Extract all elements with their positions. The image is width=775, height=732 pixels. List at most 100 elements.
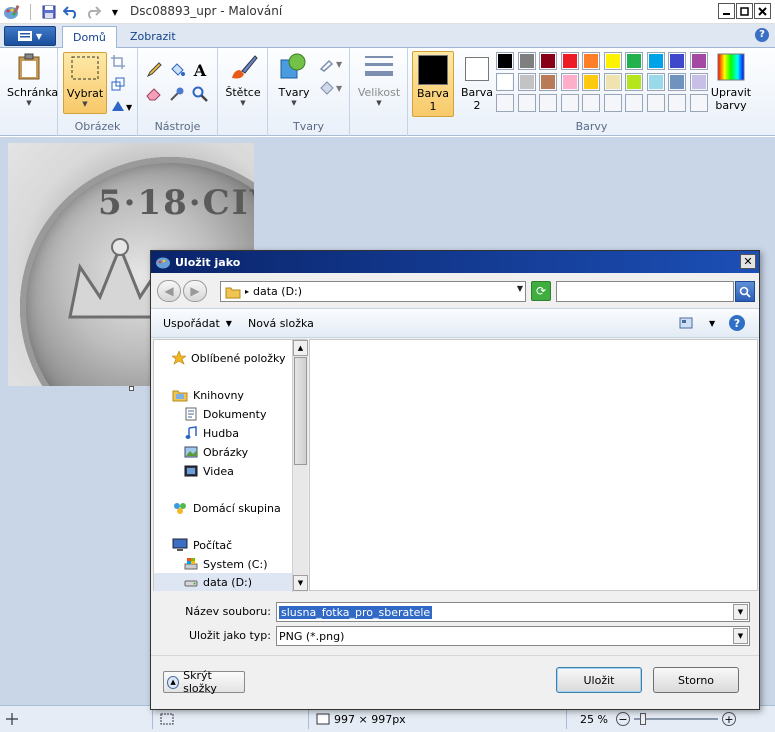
pencil-icon[interactable] <box>144 60 164 80</box>
color-swatch[interactable] <box>625 73 643 91</box>
select-button[interactable]: Vybrat ▼ <box>63 52 107 114</box>
clipboard-button[interactable]: Schránka ▼ <box>7 52 58 107</box>
color-swatch[interactable] <box>517 52 536 70</box>
color-swatch[interactable] <box>646 73 665 91</box>
color-swatch[interactable] <box>496 52 514 70</box>
color1-button[interactable]: Barva 1 <box>412 51 454 117</box>
custom-color-slot[interactable] <box>668 94 686 112</box>
custom-color-slot[interactable] <box>582 94 600 112</box>
search-button[interactable] <box>735 281 755 302</box>
scroll-up-button[interactable]: ▲ <box>293 340 308 356</box>
save-icon[interactable] <box>39 2 59 22</box>
color-swatch[interactable] <box>582 73 600 91</box>
color-swatch[interactable] <box>560 73 579 91</box>
help-icon[interactable]: ? <box>755 28 769 42</box>
nav-music[interactable]: Hudba <box>184 424 239 442</box>
canvas-resize-handle[interactable] <box>129 386 134 391</box>
save-button[interactable]: Uložit <box>556 667 642 693</box>
resize-icon[interactable] <box>108 74 128 94</box>
eraser-icon[interactable] <box>144 84 164 104</box>
color-picker-icon[interactable] <box>167 84 187 104</box>
color-swatch[interactable] <box>689 73 708 91</box>
paint-menu-button[interactable]: ▼ <box>4 26 56 46</box>
custom-color-slot[interactable] <box>689 94 708 112</box>
scroll-thumb[interactable] <box>294 357 307 465</box>
close-window-button[interactable] <box>754 3 771 19</box>
tab-home[interactable]: Domů <box>62 26 117 48</box>
fill-icon[interactable]: ▼ <box>318 78 346 98</box>
color-swatch[interactable] <box>689 52 708 70</box>
text-tool-icon[interactable]: A <box>190 60 210 80</box>
color-swatch[interactable] <box>625 52 643 70</box>
nav-scrollbar[interactable]: ▲ ▼ <box>292 340 308 592</box>
color-swatch[interactable] <box>668 73 686 91</box>
color-swatch[interactable] <box>517 73 536 91</box>
search-input[interactable] <box>556 281 734 302</box>
cancel-button[interactable]: Storno <box>653 667 739 693</box>
redo-icon[interactable] <box>83 2 103 22</box>
magnifier-icon[interactable] <box>190 84 210 104</box>
refresh-button[interactable]: ⟳ <box>531 281 551 301</box>
brushes-button[interactable]: Štětce ▼ <box>221 52 265 107</box>
custom-color-slot[interactable] <box>603 94 622 112</box>
color-swatch[interactable] <box>646 52 665 70</box>
color-swatch[interactable] <box>603 73 622 91</box>
nav-data-drive[interactable]: data (D:) <box>154 573 292 591</box>
zoom-out-button[interactable]: − <box>615 712 630 726</box>
filetype-dropdown-button[interactable]: ▼ <box>733 628 748 644</box>
nav-computer[interactable]: Počítač <box>172 536 232 554</box>
back-button[interactable]: ◀ <box>157 280 181 302</box>
nav-pictures[interactable]: Obrázky <box>184 443 248 461</box>
paint-app-icon[interactable] <box>2 2 22 22</box>
file-list-pane[interactable] <box>309 339 758 591</box>
maximize-button[interactable] <box>736 3 753 19</box>
nav-favorites[interactable]: Oblíbené položky <box>172 349 286 367</box>
scroll-down-button[interactable]: ▼ <box>293 575 308 591</box>
custom-color-slot[interactable] <box>646 94 665 112</box>
zoom-slider[interactable] <box>633 712 718 726</box>
address-bar[interactable]: ▸ data (D:) ▼ <box>220 281 526 302</box>
size-button[interactable]: Velikost ▼ <box>355 52 403 107</box>
crop-icon[interactable] <box>108 52 128 72</box>
rotate-icon[interactable]: ▼ <box>108 96 134 116</box>
color-swatch[interactable] <box>603 52 622 70</box>
forward-button[interactable]: ▶ <box>183 280 207 302</box>
nav-system-drive[interactable]: System (C:) <box>184 555 268 573</box>
hide-folders-button[interactable]: ▲ Skrýt složky <box>163 669 245 695</box>
custom-color-slot[interactable] <box>517 94 536 112</box>
color-swatch[interactable] <box>539 73 557 91</box>
zoom-in-button[interactable]: + <box>721 712 736 726</box>
custom-color-slot[interactable] <box>560 94 579 112</box>
dialog-close-button[interactable]: ✕ <box>740 254 756 269</box>
zoom-slider-thumb[interactable] <box>639 713 646 725</box>
color-swatch[interactable] <box>560 52 579 70</box>
organize-button[interactable]: Uspořádat ▼ <box>163 317 232 330</box>
fill-bucket-icon[interactable] <box>167 60 187 80</box>
new-folder-button[interactable]: Nová složka <box>248 317 314 330</box>
dialog-help-icon[interactable]: ? <box>729 315 745 331</box>
color-swatch[interactable] <box>668 52 686 70</box>
edit-colors-button[interactable]: Upravit barvy <box>708 52 754 112</box>
minimize-button[interactable] <box>718 3 735 19</box>
color-swatch[interactable] <box>496 73 514 91</box>
color2-button[interactable]: Barva 2 <box>456 51 498 112</box>
outline-icon[interactable]: ▼ <box>318 54 346 74</box>
undo-icon[interactable] <box>61 2 81 22</box>
nav-homegroup[interactable]: Domácí skupina <box>172 499 281 517</box>
customize-qat-icon[interactable]: ▼ <box>105 2 125 22</box>
nav-documents[interactable]: Dokumenty <box>184 405 266 423</box>
nav-libraries[interactable]: Knihovny <box>172 386 244 404</box>
view-options-button[interactable]: ▼ <box>679 317 715 329</box>
color-swatch[interactable] <box>582 52 600 70</box>
filename-dropdown-button[interactable]: ▼ <box>733 604 748 620</box>
custom-color-slot[interactable] <box>625 94 643 112</box>
color-swatch[interactable] <box>539 52 557 70</box>
tab-view[interactable]: Zobrazit <box>120 26 186 48</box>
custom-color-slot[interactable] <box>496 94 514 112</box>
filename-input[interactable]: slusna_fotka_pro_sberatele ▼ <box>276 602 750 622</box>
nav-videos[interactable]: Videa <box>184 462 234 480</box>
custom-color-slot[interactable] <box>539 94 557 112</box>
address-dropdown-icon[interactable]: ▼ <box>517 284 523 293</box>
shapes-button[interactable]: Tvary ▼ <box>272 52 316 107</box>
filetype-select[interactable]: PNG (*.png) ▼ <box>276 626 750 646</box>
